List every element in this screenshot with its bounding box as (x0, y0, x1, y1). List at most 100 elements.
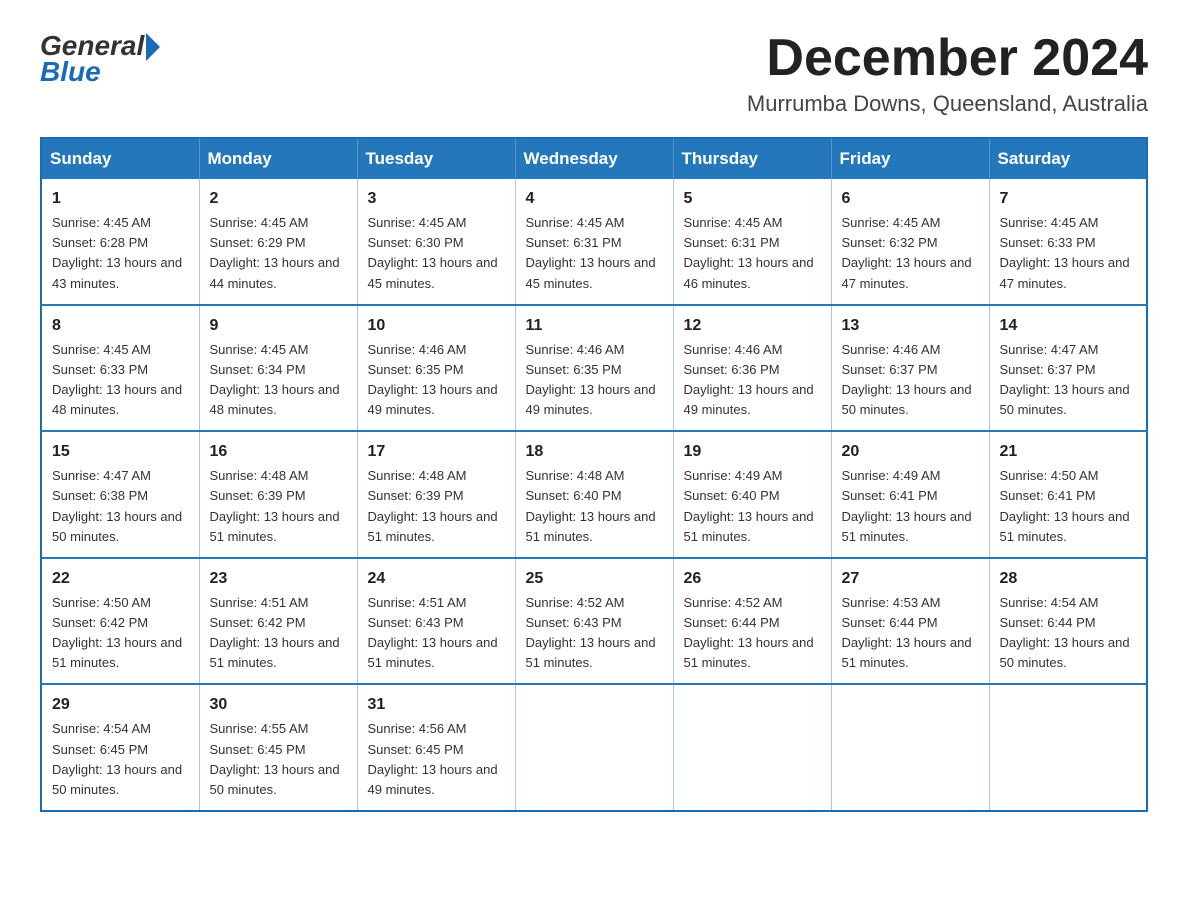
calendar-cell: 22 Sunrise: 4:50 AMSunset: 6:42 PMDayligh… (41, 558, 199, 685)
day-info: Sunrise: 4:45 AMSunset: 6:33 PMDaylight:… (1000, 215, 1130, 290)
day-number: 31 (368, 693, 505, 717)
day-number: 17 (368, 440, 505, 464)
day-number: 12 (684, 314, 821, 338)
day-number: 19 (684, 440, 821, 464)
day-number: 23 (210, 567, 347, 591)
calendar-cell: 14 Sunrise: 4:47 AMSunset: 6:37 PMDayligh… (989, 305, 1147, 432)
day-info: Sunrise: 4:48 AMSunset: 6:39 PMDaylight:… (210, 468, 340, 543)
calendar-week-3: 15 Sunrise: 4:47 AMSunset: 6:38 PMDayligh… (41, 431, 1147, 558)
day-number: 29 (52, 693, 189, 717)
day-number: 25 (526, 567, 663, 591)
day-info: Sunrise: 4:55 AMSunset: 6:45 PMDaylight:… (210, 721, 340, 796)
day-info: Sunrise: 4:54 AMSunset: 6:45 PMDaylight:… (52, 721, 182, 796)
day-info: Sunrise: 4:47 AMSunset: 6:38 PMDaylight:… (52, 468, 182, 543)
calendar-week-2: 8 Sunrise: 4:45 AMSunset: 6:33 PMDaylight… (41, 305, 1147, 432)
weekday-header-saturday: Saturday (989, 138, 1147, 179)
day-number: 8 (52, 314, 189, 338)
day-info: Sunrise: 4:46 AMSunset: 6:35 PMDaylight:… (368, 342, 498, 417)
calendar-cell: 12Sunrise: 4:46 AMSunset: 6:36 PMDayligh… (673, 305, 831, 432)
day-info: Sunrise: 4:56 AMSunset: 6:45 PMDaylight:… (368, 721, 498, 796)
calendar-cell: 2 Sunrise: 4:45 AMSunset: 6:29 PMDaylight… (199, 179, 357, 305)
day-info: Sunrise: 4:45 AMSunset: 6:33 PMDaylight:… (52, 342, 182, 417)
weekday-header-tuesday: Tuesday (357, 138, 515, 179)
calendar-cell: 30Sunrise: 4:55 AMSunset: 6:45 PMDayligh… (199, 684, 357, 811)
day-number: 28 (1000, 567, 1137, 591)
calendar-cell: 28 Sunrise: 4:54 AMSunset: 6:44 PMDayligh… (989, 558, 1147, 685)
logo-triangle-icon (146, 33, 160, 61)
day-info: Sunrise: 4:53 AMSunset: 6:44 PMDaylight:… (842, 595, 972, 670)
day-info: Sunrise: 4:51 AMSunset: 6:42 PMDaylight:… (210, 595, 340, 670)
day-info: Sunrise: 4:51 AMSunset: 6:43 PMDaylight:… (368, 595, 498, 670)
calendar-cell: 23 Sunrise: 4:51 AMSunset: 6:42 PMDayligh… (199, 558, 357, 685)
day-info: Sunrise: 4:48 AMSunset: 6:40 PMDaylight:… (526, 468, 656, 543)
calendar-cell: 20 Sunrise: 4:49 AMSunset: 6:41 PMDayligh… (831, 431, 989, 558)
weekday-header-wednesday: Wednesday (515, 138, 673, 179)
day-info: Sunrise: 4:46 AMSunset: 6:35 PMDaylight:… (526, 342, 656, 417)
calendar-cell: 18 Sunrise: 4:48 AMSunset: 6:40 PMDayligh… (515, 431, 673, 558)
day-number: 24 (368, 567, 505, 591)
calendar-table: SundayMondayTuesdayWednesdayThursdayFrid… (40, 137, 1148, 812)
calendar-week-1: 1Sunrise: 4:45 AMSunset: 6:28 PMDaylight… (41, 179, 1147, 305)
calendar-week-5: 29 Sunrise: 4:54 AMSunset: 6:45 PMDayligh… (41, 684, 1147, 811)
page-header: General Blue December 2024 Murrumba Down… (40, 30, 1148, 117)
month-title: December 2024 (747, 30, 1148, 87)
calendar-cell: 7 Sunrise: 4:45 AMSunset: 6:33 PMDaylight… (989, 179, 1147, 305)
day-number: 9 (210, 314, 347, 338)
weekday-header-monday: Monday (199, 138, 357, 179)
calendar-cell (515, 684, 673, 811)
calendar-cell: 15 Sunrise: 4:47 AMSunset: 6:38 PMDayligh… (41, 431, 199, 558)
day-info: Sunrise: 4:45 AMSunset: 6:28 PMDaylight:… (52, 215, 182, 290)
calendar-cell: 11Sunrise: 4:46 AMSunset: 6:35 PMDayligh… (515, 305, 673, 432)
calendar-cell: 10 Sunrise: 4:46 AMSunset: 6:35 PMDayligh… (357, 305, 515, 432)
day-info: Sunrise: 4:45 AMSunset: 6:32 PMDaylight:… (842, 215, 972, 290)
day-number: 21 (1000, 440, 1137, 464)
calendar-cell: 16Sunrise: 4:48 AMSunset: 6:39 PMDayligh… (199, 431, 357, 558)
day-info: Sunrise: 4:47 AMSunset: 6:37 PMDaylight:… (1000, 342, 1130, 417)
calendar-cell: 24 Sunrise: 4:51 AMSunset: 6:43 PMDayligh… (357, 558, 515, 685)
day-number: 10 (368, 314, 505, 338)
calendar-cell (989, 684, 1147, 811)
day-number: 26 (684, 567, 821, 591)
day-number: 5 (684, 187, 821, 211)
calendar-week-4: 22 Sunrise: 4:50 AMSunset: 6:42 PMDayligh… (41, 558, 1147, 685)
day-number: 15 (52, 440, 189, 464)
day-info: Sunrise: 4:49 AMSunset: 6:40 PMDaylight:… (684, 468, 814, 543)
day-info: Sunrise: 4:48 AMSunset: 6:39 PMDaylight:… (368, 468, 498, 543)
day-info: Sunrise: 4:45 AMSunset: 6:29 PMDaylight:… (210, 215, 340, 290)
calendar-cell: 5Sunrise: 4:45 AMSunset: 6:31 PMDaylight… (673, 179, 831, 305)
logo: General Blue (40, 30, 160, 88)
day-number: 22 (52, 567, 189, 591)
day-info: Sunrise: 4:49 AMSunset: 6:41 PMDaylight:… (842, 468, 972, 543)
calendar-cell: 21 Sunrise: 4:50 AMSunset: 6:41 PMDayligh… (989, 431, 1147, 558)
day-number: 18 (526, 440, 663, 464)
calendar-cell: 13 Sunrise: 4:46 AMSunset: 6:37 PMDayligh… (831, 305, 989, 432)
day-number: 20 (842, 440, 979, 464)
title-section: December 2024 Murrumba Downs, Queensland… (747, 30, 1148, 117)
calendar-cell: 8 Sunrise: 4:45 AMSunset: 6:33 PMDaylight… (41, 305, 199, 432)
weekday-header-sunday: Sunday (41, 138, 199, 179)
calendar-cell: 17 Sunrise: 4:48 AMSunset: 6:39 PMDayligh… (357, 431, 515, 558)
day-number: 2 (210, 187, 347, 211)
location-subtitle: Murrumba Downs, Queensland, Australia (747, 91, 1148, 117)
calendar-cell: 31 Sunrise: 4:56 AMSunset: 6:45 PMDayligh… (357, 684, 515, 811)
day-number: 3 (368, 187, 505, 211)
day-info: Sunrise: 4:46 AMSunset: 6:37 PMDaylight:… (842, 342, 972, 417)
day-info: Sunrise: 4:50 AMSunset: 6:42 PMDaylight:… (52, 595, 182, 670)
weekday-header-thursday: Thursday (673, 138, 831, 179)
calendar-cell: 26 Sunrise: 4:52 AMSunset: 6:44 PMDayligh… (673, 558, 831, 685)
calendar-cell: 25Sunrise: 4:52 AMSunset: 6:43 PMDayligh… (515, 558, 673, 685)
day-number: 13 (842, 314, 979, 338)
day-number: 7 (1000, 187, 1137, 211)
day-info: Sunrise: 4:45 AMSunset: 6:30 PMDaylight:… (368, 215, 498, 290)
day-info: Sunrise: 4:54 AMSunset: 6:44 PMDaylight:… (1000, 595, 1130, 670)
calendar-cell: 4Sunrise: 4:45 AMSunset: 6:31 PMDaylight… (515, 179, 673, 305)
weekday-header-row: SundayMondayTuesdayWednesdayThursdayFrid… (41, 138, 1147, 179)
day-number: 27 (842, 567, 979, 591)
calendar-cell: 19 Sunrise: 4:49 AMSunset: 6:40 PMDayligh… (673, 431, 831, 558)
calendar-cell: 3 Sunrise: 4:45 AMSunset: 6:30 PMDaylight… (357, 179, 515, 305)
calendar-cell (831, 684, 989, 811)
day-info: Sunrise: 4:52 AMSunset: 6:44 PMDaylight:… (684, 595, 814, 670)
day-info: Sunrise: 4:50 AMSunset: 6:41 PMDaylight:… (1000, 468, 1130, 543)
day-number: 14 (1000, 314, 1137, 338)
weekday-header-friday: Friday (831, 138, 989, 179)
